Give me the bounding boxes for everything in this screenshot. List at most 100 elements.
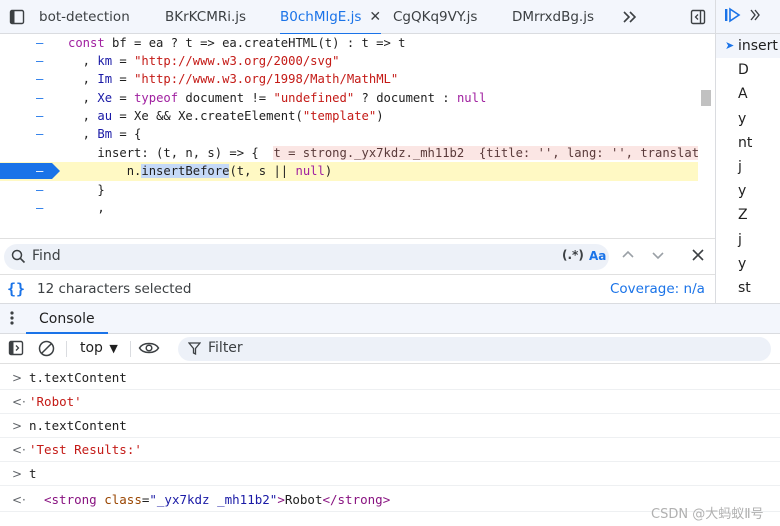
code-line[interactable]: – , Xe = typeof document != "undefined" … xyxy=(0,89,698,108)
filter-input[interactable]: Filter xyxy=(178,337,771,361)
tab-bot-detection[interactable]: bot-detection xyxy=(39,0,130,34)
line-gutter[interactable]: – xyxy=(36,70,43,89)
console-command: t xyxy=(29,466,37,481)
context-label: top xyxy=(80,340,103,356)
code-line[interactable]: insert: (t, n, s) => { t = strong._yx7kd… xyxy=(0,144,715,163)
attr-value: "_yx7kdz _mh11b2" xyxy=(149,492,278,507)
search-icon xyxy=(11,249,26,268)
call-frame-label: insert xyxy=(738,38,778,54)
toggle-sidebar-icon[interactable] xyxy=(8,340,24,360)
call-frame[interactable]: Z xyxy=(716,203,780,227)
line-gutter[interactable]: – xyxy=(36,34,43,53)
clear-console-icon[interactable] xyxy=(38,340,55,361)
toolbar-divider xyxy=(66,341,67,357)
pretty-print-icon[interactable]: {} xyxy=(7,280,25,298)
call-frame[interactable]: st xyxy=(716,276,780,300)
tab-cgqkq9vy[interactable]: CgQKq9VY.js xyxy=(393,0,477,34)
execution-line-marker xyxy=(0,163,60,179)
match-case-toggle[interactable]: Aa xyxy=(589,249,606,263)
element-node[interactable]: <strong class="_yx7kdz _mh11b2">Robot</s… xyxy=(44,488,390,512)
tab-dmrrxdbg[interactable]: DMrrxdBg.js xyxy=(512,0,594,34)
previous-match-icon[interactable] xyxy=(620,247,636,267)
watermark: CSDN @大蚂蚁Ⅱ号 xyxy=(651,507,764,522)
tab-bkrkcmri[interactable]: BKrKCMRi.js xyxy=(165,0,246,34)
result-arrow-icon: <· xyxy=(12,443,26,457)
close-icon[interactable] xyxy=(690,247,706,267)
console-input-line[interactable]: > t xyxy=(0,462,780,486)
tab-b0chmlge[interactable]: B0chMlgE.js ✕ xyxy=(280,0,382,35)
drawer-tab-bar: Console xyxy=(0,303,780,334)
coverage-link[interactable]: Coverage: n/a xyxy=(610,281,705,297)
more-controls-icon[interactable] xyxy=(750,9,760,25)
call-frame[interactable]: y xyxy=(716,252,780,276)
toggle-navigator-icon[interactable] xyxy=(0,0,34,34)
code-editor[interactable]: – const bf = ea ? t => ea.createHTML(t) :… xyxy=(0,34,715,220)
code-line[interactable]: – , xyxy=(0,199,698,218)
call-frame[interactable]: j xyxy=(716,155,780,179)
context-selector[interactable]: top ▼ xyxy=(80,340,118,356)
code-text: insert: (t, n, s) => { t = strong._yx7kd… xyxy=(68,144,715,163)
code-line[interactable]: – } xyxy=(0,181,698,200)
call-frame[interactable]: y xyxy=(716,107,780,131)
next-match-icon[interactable] xyxy=(650,247,666,267)
code-text: , au = Xe && Xe.createElement("template"… xyxy=(68,109,384,123)
resume-icon[interactable] xyxy=(724,7,742,27)
console-result: 'Test Results:' xyxy=(29,442,142,457)
dropdown-arrow-icon: ▼ xyxy=(109,342,118,355)
editor-status-bar: {} 12 characters selected Coverage: n/a xyxy=(0,274,715,303)
selection-status: 12 characters selected xyxy=(37,281,192,297)
code-text: const bf = ea ? t => ea.createHTML(t) : … xyxy=(68,36,406,50)
find-bar: Find (.*) Aa xyxy=(0,238,715,274)
editor-tab-bar: bot-detection BKrKCMRi.js B0chMlgE.js ✕ … xyxy=(0,0,715,35)
line-gutter[interactable]: – xyxy=(36,52,43,71)
call-frame[interactable]: D xyxy=(716,58,780,82)
tab-label: BKrKCMRi.js xyxy=(165,8,247,25)
code-text: , km = "http://www.w3.org/2000/svg" xyxy=(68,54,340,68)
console-result: 'Robot' xyxy=(29,394,82,409)
code-text: , Im = "http://www.w3.org/1998/Math/Math… xyxy=(68,72,399,86)
regex-toggle[interactable]: (.*) xyxy=(562,248,584,262)
line-gutter[interactable]: – xyxy=(36,107,43,126)
call-frame-insert[interactable]: ➤ insert xyxy=(716,34,780,59)
scroll-thumb[interactable] xyxy=(701,90,711,106)
line-gutter[interactable]: – xyxy=(36,181,43,200)
tag-open: <strong xyxy=(44,492,97,507)
paused-code-line[interactable]: – n.insertBefore(t, s || null) xyxy=(0,162,698,181)
vertical-scrollbar[interactable] xyxy=(698,34,715,220)
tab-label: CgQKq9VY.js xyxy=(393,8,478,25)
code-line[interactable]: – const bf = ea ? t => ea.createHTML(t) :… xyxy=(0,34,698,53)
input-prompt-icon: > xyxy=(12,419,23,433)
code-line[interactable]: – , au = Xe && Xe.createElement("templat… xyxy=(0,107,698,126)
console-toolbar: top ▼ Filter xyxy=(0,334,780,364)
result-arrow-icon: <· xyxy=(12,493,26,507)
call-frame[interactable]: j xyxy=(716,228,780,252)
console-input-line[interactable]: > n.textContent xyxy=(0,414,780,438)
code-line[interactable]: – , Im = "http://www.w3.org/1998/Math/Ma… xyxy=(0,70,698,89)
console-result-line[interactable]: <· 'Robot' xyxy=(0,390,780,414)
line-gutter[interactable]: – xyxy=(36,162,43,181)
console-output[interactable]: > t.textContent <· 'Robot' > n.textConte… xyxy=(0,364,780,526)
call-frame[interactable]: y xyxy=(716,179,780,203)
tab-console[interactable]: Console xyxy=(26,304,108,334)
code-line[interactable]: – , km = "http://www.w3.org/2000/svg" xyxy=(0,52,698,71)
input-prompt-icon: > xyxy=(12,467,23,481)
toggle-debugger-sidebar-icon[interactable] xyxy=(686,0,710,34)
find-input[interactable]: Find (.*) Aa xyxy=(4,244,609,270)
filter-placeholder: Filter xyxy=(208,340,243,356)
live-expression-eye-icon[interactable] xyxy=(138,340,160,360)
line-gutter[interactable]: – xyxy=(36,125,43,144)
line-gutter[interactable]: – xyxy=(36,199,43,218)
inline-value-hint: t = strong._yx7kdz._mh11b2 {title: '', l… xyxy=(273,146,715,160)
console-result-line[interactable]: <· 'Test Results:' xyxy=(0,438,780,462)
console-input-line[interactable]: > t.textContent xyxy=(0,366,780,390)
code-line[interactable]: – , Bm = { xyxy=(0,125,698,144)
line-gutter[interactable]: – xyxy=(36,89,43,108)
more-tabs-icon[interactable] xyxy=(618,0,642,34)
call-frame[interactable]: nt xyxy=(716,131,780,155)
debugger-sidebar: ➤ insert D A y nt j y Z j y st xyxy=(715,0,780,303)
more-options-icon[interactable] xyxy=(9,310,15,330)
close-tab-icon[interactable]: ✕ xyxy=(369,9,381,25)
call-frame[interactable]: A xyxy=(716,82,780,106)
console-command: n.textContent xyxy=(29,418,127,433)
tab-label: Console xyxy=(39,311,95,327)
